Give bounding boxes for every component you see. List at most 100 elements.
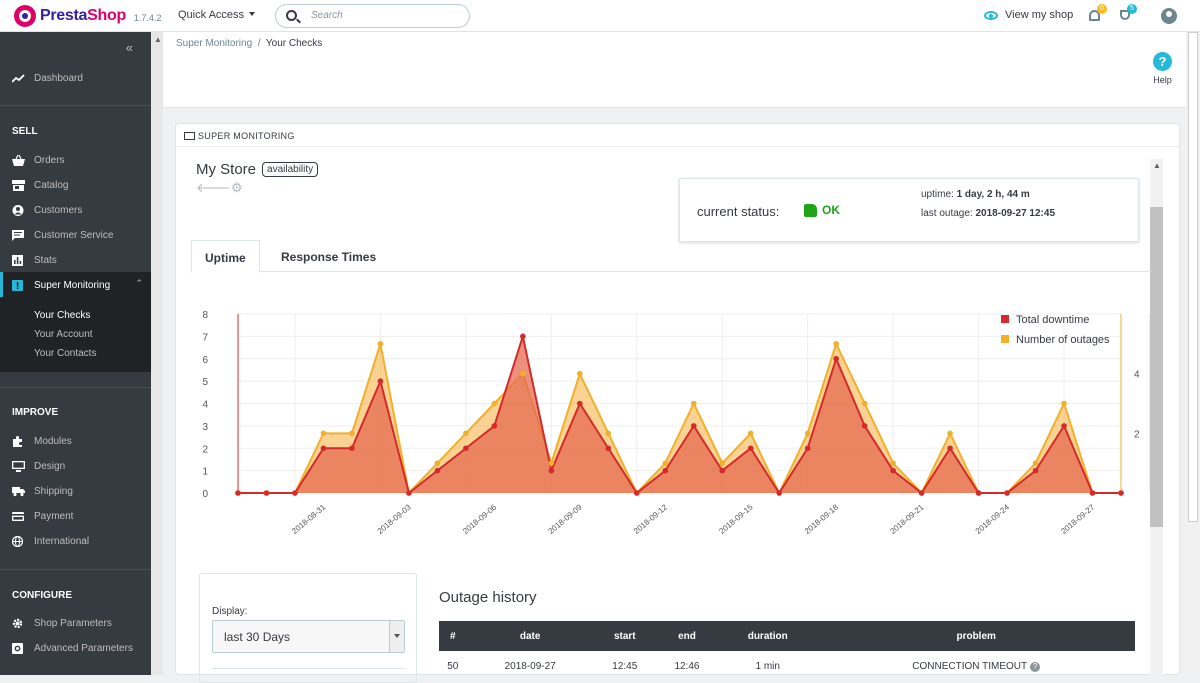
search-icon [286, 10, 297, 21]
y-tick-label-left: 5 [202, 377, 208, 388]
column-header-1[interactable]: date [466, 621, 594, 651]
data-point [719, 460, 726, 466]
data-point [747, 445, 754, 452]
view-my-shop-link[interactable]: View my shop [984, 9, 1073, 21]
table-cell: 1 min [755, 660, 780, 672]
user-account-icon[interactable] [1161, 8, 1177, 24]
uptime-line: uptime: 1 day, 2 h, 44 m [921, 189, 1030, 200]
y-tick-label-right: 2 [1134, 429, 1140, 440]
credit-card-icon [184, 132, 195, 140]
data-point [1032, 460, 1039, 466]
data-point [548, 467, 555, 474]
submenu-item-your-checks[interactable]: Your Checks [34, 310, 90, 321]
gear-icon[interactable]: ⚙ [231, 180, 243, 195]
sidebar-scrollbar[interactable]: ▲ [151, 32, 163, 675]
collapse-sidebar-icon[interactable]: « [126, 40, 133, 55]
data-point [1118, 490, 1124, 496]
help-icon[interactable]: ? [1030, 661, 1041, 672]
column-header-0[interactable]: # [439, 621, 467, 651]
help-button[interactable]: ? Help [1153, 52, 1172, 85]
sidebar-item-catalog[interactable]: Catalog [12, 177, 68, 193]
sidebar-item-super-monitoring[interactable]: Super Monitoring ⌃ [0, 272, 151, 297]
breadcrumb: Super Monitoring / Your Checks [176, 38, 322, 49]
help-icon: ? [1153, 52, 1172, 71]
sidebar-item-dashboard[interactable]: Dashboard [12, 70, 83, 86]
quick-access-dropdown[interactable]: Quick Access [178, 9, 255, 21]
page-scrollbar[interactable] [1186, 32, 1200, 675]
page-header: Super Monitoring / Your Checks ? Help [163, 32, 1186, 108]
page-scrollbar-thumb[interactable] [1188, 32, 1198, 522]
status-card: current status: OK uptime: 1 day, 2 h, 4… [679, 178, 1139, 242]
sidebar-item-label: Stats [34, 254, 57, 266]
store-icon [12, 179, 25, 191]
breadcrumb-parent[interactable]: Super Monitoring [176, 38, 252, 49]
data-point [235, 490, 241, 496]
data-point [406, 490, 412, 496]
store-name: My Store [196, 161, 257, 178]
data-point [975, 490, 982, 496]
data-point [292, 490, 298, 496]
sidebar-item-super-monitoring-row: Super Monitoring [12, 277, 110, 293]
submenu-item-your-account[interactable]: Your Account [34, 329, 93, 340]
orders-badge: 5 [1127, 4, 1137, 14]
table-body: 50 2018-09-27 12:45 12:46 1 min CONNECTION TI… [439, 651, 1135, 681]
data-point [548, 460, 555, 466]
scroll-up-icon: ▲ [1153, 161, 1161, 170]
y-tick-label-left: 4 [202, 400, 208, 411]
sidebar-item-design[interactable]: Design [12, 458, 65, 474]
submenu-item-your-contacts[interactable]: Your Contacts [34, 348, 96, 359]
credit-card-icon [12, 511, 24, 521]
orders-notifications-button[interactable]: 5 [1117, 4, 1137, 24]
data-point [804, 430, 811, 437]
divider [0, 387, 151, 388]
legend-swatch [1001, 315, 1009, 323]
last-outage-line: last outage: 2018-09-27 12:45 [921, 208, 1055, 219]
sidebar-item-label: Payment [34, 510, 74, 522]
sidebar-item-orders[interactable]: Orders [12, 152, 65, 168]
availability-tag: availability [262, 162, 319, 177]
sidebar-item-customers[interactable]: Customers [12, 202, 82, 218]
data-point [719, 467, 726, 474]
divider [212, 668, 405, 669]
sidebar-item-stats[interactable]: Stats [12, 252, 57, 268]
data-point [605, 430, 612, 437]
search-input[interactable]: Search [275, 4, 470, 28]
column-header-4[interactable]: duration [718, 621, 818, 651]
tab-uptime[interactable]: Uptime [191, 240, 260, 273]
truck-icon [12, 486, 25, 496]
status-ok: OK [804, 203, 840, 217]
display-select[interactable]: last 30 Days [212, 620, 405, 653]
legend-label: Number of outages [1016, 334, 1110, 346]
column-header-2[interactable]: start [593, 621, 656, 651]
x-tick-label: 2018-09-21 [888, 502, 926, 536]
column-header-5[interactable]: problem [817, 621, 1135, 651]
sidebar-item-modules[interactable]: Modules [12, 433, 72, 449]
arrow-back-icon[interactable]: 🡐 [196, 180, 231, 195]
notifications-button[interactable]: 0 [1087, 4, 1107, 24]
data-point [463, 430, 469, 437]
x-tick-label: 2018-09-18 [803, 502, 841, 536]
gear-icon [12, 618, 23, 628]
data-point [861, 423, 868, 429]
sidebar-item-advanced-parameters[interactable]: Advanced Parameters [12, 640, 133, 656]
prestashop-logo[interactable]: PrestaShop 1.7.4.2 [14, 5, 161, 27]
active-indicator [0, 272, 3, 297]
notifications-badge: 0 [1097, 4, 1107, 14]
y-tick-label-left: 7 [202, 332, 208, 343]
data-point [377, 378, 384, 384]
sidebar-item-international[interactable]: International [12, 533, 89, 549]
sidebar-item-customer-service[interactable]: Customer Service [12, 227, 113, 243]
eye-icon [984, 10, 998, 20]
sidebar-item-label: Orders [34, 154, 65, 166]
sidebar-item-label: Shipping [34, 485, 73, 497]
tab-response-times[interactable]: Response Times [268, 240, 389, 273]
brand-name-a: Presta [40, 7, 88, 24]
sidebar-item-shipping[interactable]: Shipping [12, 483, 73, 499]
table-cell: 50 [447, 660, 459, 672]
column-header-3[interactable]: end [655, 621, 719, 651]
sidebar-item-payment[interactable]: Payment [12, 508, 73, 524]
display-filter-box: Display: last 30 Days [199, 573, 417, 683]
divider [0, 105, 151, 106]
data-point [662, 460, 669, 466]
sidebar-item-shop-parameters[interactable]: Shop Parameters [12, 615, 112, 631]
